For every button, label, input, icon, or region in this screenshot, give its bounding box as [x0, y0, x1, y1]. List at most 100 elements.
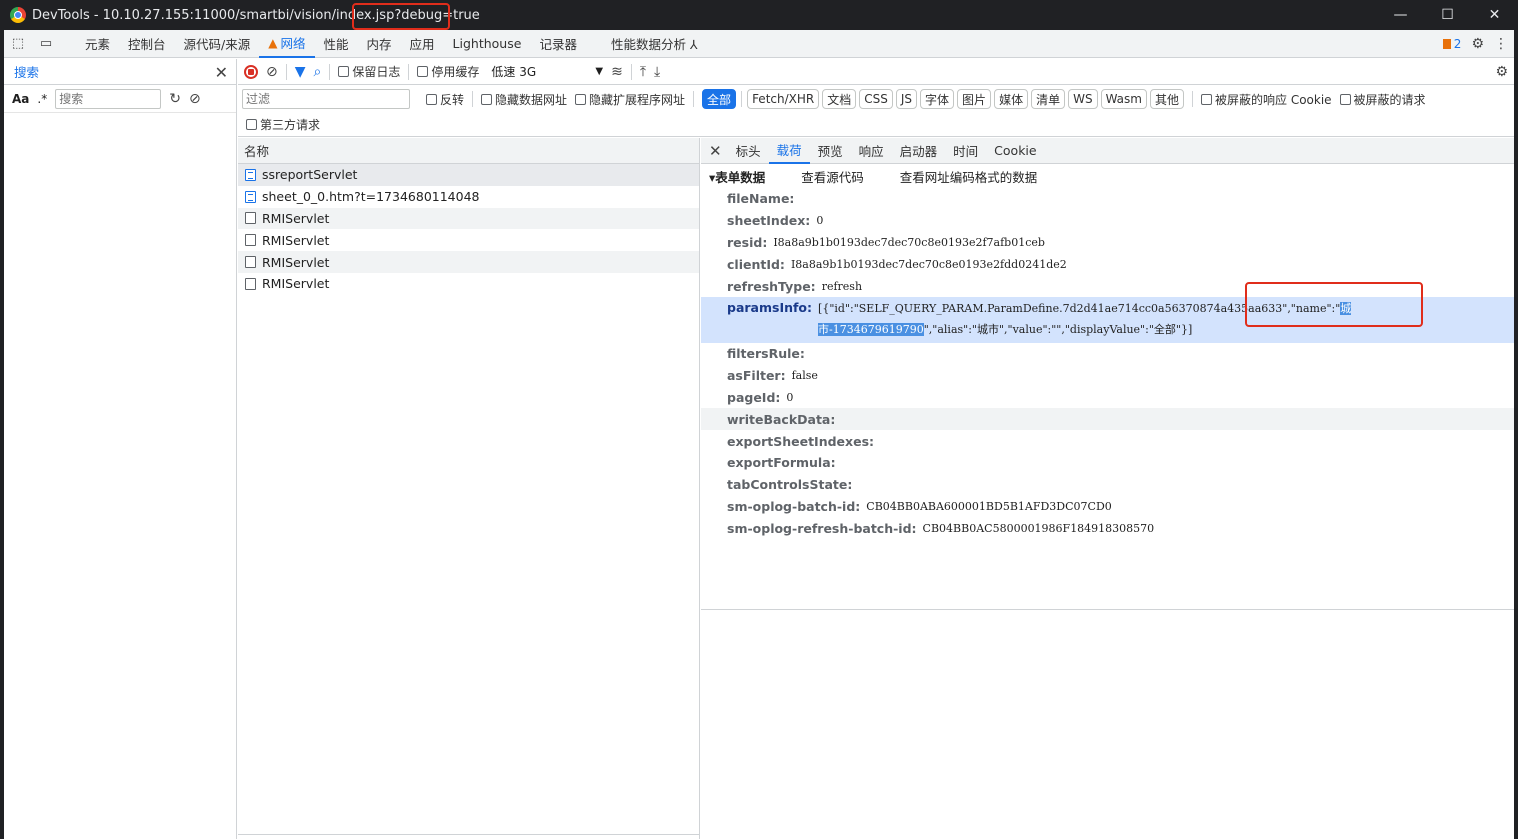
inspect-element-icon[interactable]: ⬚ — [4, 30, 32, 58]
file-icon — [245, 234, 256, 247]
tab-network[interactable]: ▲ 网络 — [259, 30, 315, 58]
regex-toggle[interactable]: .* — [37, 92, 47, 106]
device-toolbar-icon[interactable]: ▭ — [32, 30, 60, 58]
chip-wasm[interactable]: Wasm — [1100, 89, 1147, 109]
disable-cache-label: 停用缓存 — [431, 65, 480, 79]
hide-data-urls-checkbox[interactable]: 隐藏数据网址 — [481, 91, 567, 108]
close-detail-icon[interactable]: ✕ — [709, 142, 722, 160]
settings-gear-icon[interactable]: ⚙ — [1471, 36, 1484, 52]
form-field[interactable]: sheetIndex: 0 — [701, 210, 1514, 232]
clear-log-icon[interactable]: ⊘ — [266, 64, 278, 80]
chip-manifest[interactable]: 清单 — [1031, 89, 1066, 109]
tab-payload[interactable]: 载荷 — [768, 138, 810, 164]
form-field[interactable]: resid: I8a8a9b1b0193dec7dec70c8e0193e2f7a… — [701, 232, 1514, 254]
chip-fetch-xhr[interactable]: Fetch/XHR — [747, 89, 820, 109]
close-window-button[interactable]: ✕ — [1471, 0, 1518, 30]
tab-initiator[interactable]: 启动器 — [892, 138, 946, 164]
invert-label: 反转 — [440, 92, 465, 107]
tab-lighthouse[interactable]: Lighthouse — [444, 30, 531, 58]
chip-ws[interactable]: WS — [1068, 89, 1098, 109]
chip-css[interactable]: CSS — [859, 89, 893, 109]
tab-response[interactable]: 响应 — [851, 138, 892, 164]
invert-checkbox[interactable]: 反转 — [426, 91, 464, 108]
blocked-cookies-checkbox[interactable]: 被屏蔽的响应 Cookie — [1201, 91, 1332, 108]
divider — [472, 91, 474, 107]
request-row[interactable]: sheet_0_0.htm?t=1734680114048 — [238, 186, 699, 208]
chip-media[interactable]: 媒体 — [994, 89, 1029, 109]
preserve-log-checkbox[interactable]: 保留日志 — [338, 63, 400, 80]
form-field[interactable]: pageId: 0 — [701, 387, 1514, 409]
refresh-icon[interactable]: ↻ — [169, 91, 181, 107]
form-field[interactable]: sm-oplog-batch-id: CB04BB0ABA600001BD5B1A… — [701, 496, 1514, 518]
chip-doc[interactable]: 文档 — [822, 89, 857, 109]
divider — [701, 609, 1514, 610]
request-row[interactable]: RMIServlet — [238, 251, 699, 273]
request-name: RMIServlet — [262, 210, 330, 226]
tab-memory[interactable]: 内存 — [358, 30, 401, 58]
chip-img[interactable]: 图片 — [957, 89, 992, 109]
tab-elements[interactable]: 元素 — [76, 30, 119, 58]
form-field[interactable]: clientId: I8a8a9b1b0193dec7dec70c8e0193e2… — [701, 253, 1514, 275]
hide-extension-urls-checkbox[interactable]: 隐藏扩展程序网址 — [575, 91, 685, 108]
maximize-button[interactable]: ☐ — [1424, 0, 1471, 30]
form-field[interactable]: asFilter: false — [701, 365, 1514, 387]
chevron-down-icon[interactable]: ▼ — [595, 66, 603, 77]
tab-timing[interactable]: 时间 — [945, 138, 986, 164]
form-field[interactable]: sm-oplog-refresh-batch-id: CB04BB0AC58000… — [701, 517, 1514, 539]
tab-recorder[interactable]: 记录器 — [530, 30, 586, 58]
tab-application[interactable]: 应用 — [401, 30, 444, 58]
tab-sources[interactable]: 源代码/来源 — [175, 30, 260, 58]
chip-js[interactable]: JS — [895, 89, 918, 109]
filter-icon[interactable]: ▼ — [295, 64, 306, 80]
tab-performance-insights[interactable]: 性能数据分析 ⅄ — [602, 30, 707, 58]
match-case-toggle[interactable]: Aa — [12, 92, 29, 106]
blocked-requests-label: 被屏蔽的请求 — [1353, 92, 1426, 107]
issues-badge[interactable]: 2 — [1442, 37, 1461, 51]
tab-console[interactable]: 控制台 — [119, 30, 175, 58]
view-url-encoded-link[interactable]: 查看网址编码格式的数据 — [900, 167, 1038, 186]
clear-icon[interactable]: ⊘ — [189, 91, 201, 107]
divider — [1192, 91, 1193, 107]
tab-preview[interactable]: 预览 — [810, 138, 851, 164]
tab-performance[interactable]: 性能 — [315, 30, 358, 58]
search-panel-title[interactable]: 搜索 — [14, 62, 39, 81]
form-data-toggle[interactable]: ▾表单数据 — [709, 167, 765, 186]
form-field[interactable]: filtersRule: — [701, 343, 1514, 365]
minimize-button[interactable]: — — [1377, 0, 1424, 30]
more-options-icon[interactable]: ⋮ — [1494, 36, 1508, 52]
chip-all[interactable]: 全部 — [702, 89, 737, 109]
field-key: sm-oplog-batch-id: — [727, 498, 861, 514]
form-field[interactable]: fileName: — [701, 188, 1514, 210]
chip-font[interactable]: 字体 — [920, 89, 955, 109]
form-field[interactable]: tabControlsState: — [701, 474, 1514, 496]
tab-cookies[interactable]: Cookie — [986, 138, 1044, 164]
third-party-checkbox[interactable]: 第三方请求 — [246, 116, 320, 133]
params-info-field[interactable]: paramsInfo: [{"id":"SELF_QUERY_PARAM.Par… — [701, 281, 1514, 343]
search-input[interactable] — [55, 88, 162, 109]
throttling-select[interactable]: 低速 3G — [491, 63, 587, 80]
export-har-icon[interactable]: ⤓ — [654, 64, 660, 80]
request-row[interactable]: RMIServlet — [238, 273, 699, 295]
chip-other[interactable]: 其他 — [1149, 89, 1184, 109]
field-key: refreshType: — [727, 278, 816, 294]
request-row[interactable]: ssreportServlet — [238, 164, 699, 186]
blocked-requests-checkbox[interactable]: 被屏蔽的请求 — [1339, 91, 1426, 108]
request-row[interactable]: RMIServlet — [238, 207, 699, 230]
column-header-name[interactable]: 名称 — [238, 138, 699, 164]
import-har-icon[interactable]: ⤒ — [640, 64, 646, 80]
field-key: fileName: — [727, 191, 795, 207]
close-search-icon[interactable]: ✕ — [215, 63, 228, 82]
tab-headers[interactable]: 标头 — [728, 138, 769, 164]
issues-flag-icon — [1442, 39, 1451, 49]
record-icon[interactable] — [244, 64, 258, 79]
filter-input[interactable] — [242, 89, 410, 109]
request-row[interactable]: RMIServlet — [238, 229, 699, 251]
disable-cache-checkbox[interactable]: 停用缓存 — [417, 63, 479, 80]
form-field[interactable]: writeBackData: — [701, 408, 1514, 431]
search-icon[interactable]: ⌕ — [314, 64, 322, 80]
network-conditions-icon[interactable]: ≋ — [611, 64, 623, 80]
network-settings-icon[interactable]: ⚙ — [1495, 64, 1508, 80]
view-source-link[interactable]: 查看源代码 — [801, 167, 864, 186]
form-field[interactable]: exportFormula: — [701, 452, 1514, 474]
form-field[interactable]: exportSheetIndexes: — [701, 430, 1514, 452]
